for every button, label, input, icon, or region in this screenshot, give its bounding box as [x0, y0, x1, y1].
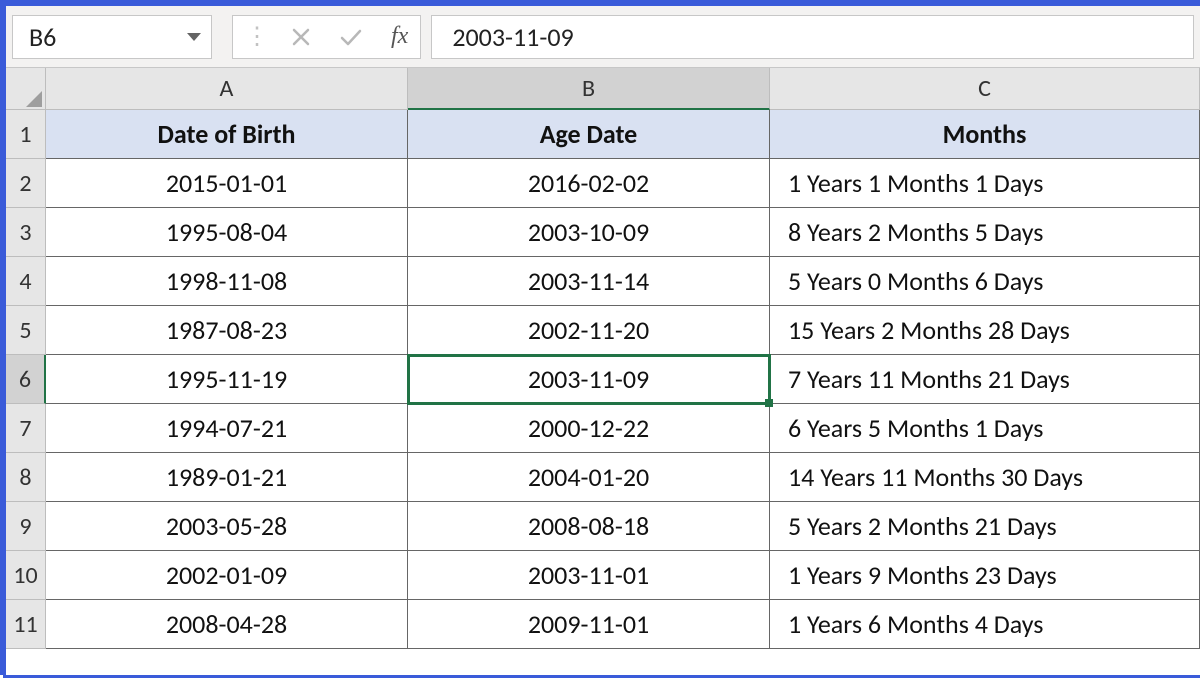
cell-B9[interactable]: 2008-08-18 — [408, 502, 770, 551]
row-header-4[interactable]: 4 — [6, 257, 46, 306]
cell-B1[interactable]: Age Date — [408, 110, 770, 159]
column-header-C[interactable]: C — [770, 68, 1200, 110]
cell-B7[interactable]: 2000-12-22 — [408, 404, 770, 453]
column-header-B[interactable]: B — [408, 68, 770, 110]
cell-C9[interactable]: 5 Years 2 Months 21 Days — [770, 502, 1200, 551]
name-box[interactable]: B6 — [12, 15, 212, 59]
row-header-5[interactable]: 5 — [6, 306, 46, 355]
select-all-button[interactable] — [6, 68, 46, 110]
formula-input[interactable]: 2003-11-09 — [431, 15, 1194, 59]
column-header-A[interactable]: A — [46, 68, 408, 110]
formula-bar: B6 ⋮ fx 2003-11-09 — [6, 6, 1200, 68]
cell-A1[interactable]: Date of Birth — [46, 110, 408, 159]
cell-C4[interactable]: 5 Years 0 Months 6 Days — [770, 257, 1200, 306]
cell-A3[interactable]: 1995-08-04 — [46, 208, 408, 257]
row-header-11[interactable]: 11 — [6, 600, 46, 649]
cell-A4[interactable]: 1998-11-08 — [46, 257, 408, 306]
cell-C6[interactable]: 7 Years 11 Months 21 Days — [770, 355, 1200, 404]
cell-C2[interactable]: 1 Years 1 Months 1 Days — [770, 159, 1200, 208]
row-header-3[interactable]: 3 — [6, 208, 46, 257]
cell-A6[interactable]: 1995-11-19 — [46, 355, 408, 404]
cell-A11[interactable]: 2008-04-28 — [46, 600, 408, 649]
cell-B2[interactable]: 2016-02-02 — [408, 159, 770, 208]
enter-icon[interactable] — [339, 27, 363, 47]
row-header-10[interactable]: 10 — [6, 551, 46, 600]
cancel-icon[interactable] — [291, 27, 311, 47]
cell-B10[interactable]: 2003-11-01 — [408, 551, 770, 600]
cell-B5[interactable]: 2002-11-20 — [408, 306, 770, 355]
cell-C10[interactable]: 1 Years 9 Months 23 Days — [770, 551, 1200, 600]
cell-B4[interactable]: 2003-11-14 — [408, 257, 770, 306]
cell-B6[interactable]: 2003-11-09 — [408, 355, 770, 404]
cell-A2[interactable]: 2015-01-01 — [46, 159, 408, 208]
cell-A5[interactable]: 1987-08-23 — [46, 306, 408, 355]
cell-C5[interactable]: 15 Years 2 Months 28 Days — [770, 306, 1200, 355]
row-header-2[interactable]: 2 — [6, 159, 46, 208]
cell-C1[interactable]: Months — [770, 110, 1200, 159]
cell-B8[interactable]: 2004-01-20 — [408, 453, 770, 502]
cell-A8[interactable]: 1989-01-21 — [46, 453, 408, 502]
row-header-7[interactable]: 7 — [6, 404, 46, 453]
cell-A7[interactable]: 1994-07-21 — [46, 404, 408, 453]
cell-C7[interactable]: 6 Years 5 Months 1 Days — [770, 404, 1200, 453]
chevron-down-icon[interactable] — [187, 33, 201, 41]
cell-C3[interactable]: 8 Years 2 Months 5 Days — [770, 208, 1200, 257]
cell-C11[interactable]: 1 Years 6 Months 4 Days — [770, 600, 1200, 649]
cell-A10[interactable]: 2002-01-09 — [46, 551, 408, 600]
divider: ⋮ — [245, 22, 269, 51]
cell-C8[interactable]: 14 Years 11 Months 30 Days — [770, 453, 1200, 502]
row-header-9[interactable]: 9 — [6, 502, 46, 551]
cell-B3[interactable]: 2003-10-09 — [408, 208, 770, 257]
row-header-6[interactable]: 6 — [6, 355, 46, 404]
formula-bar-buttons: ⋮ fx — [232, 15, 421, 59]
cell-B11[interactable]: 2009-11-01 — [408, 600, 770, 649]
select-all-icon — [26, 91, 42, 107]
row-header-1[interactable]: 1 — [6, 110, 46, 159]
fx-icon[interactable]: fx — [391, 23, 408, 50]
row-header-8[interactable]: 8 — [6, 453, 46, 502]
name-box-value: B6 — [29, 21, 56, 53]
spreadsheet: ABC 1Date of BirthAge DateMonths 22015-01-… — [6, 68, 1200, 649]
cell-A9[interactable]: 2003-05-28 — [46, 502, 408, 551]
formula-input-value: 2003-11-09 — [452, 21, 573, 53]
